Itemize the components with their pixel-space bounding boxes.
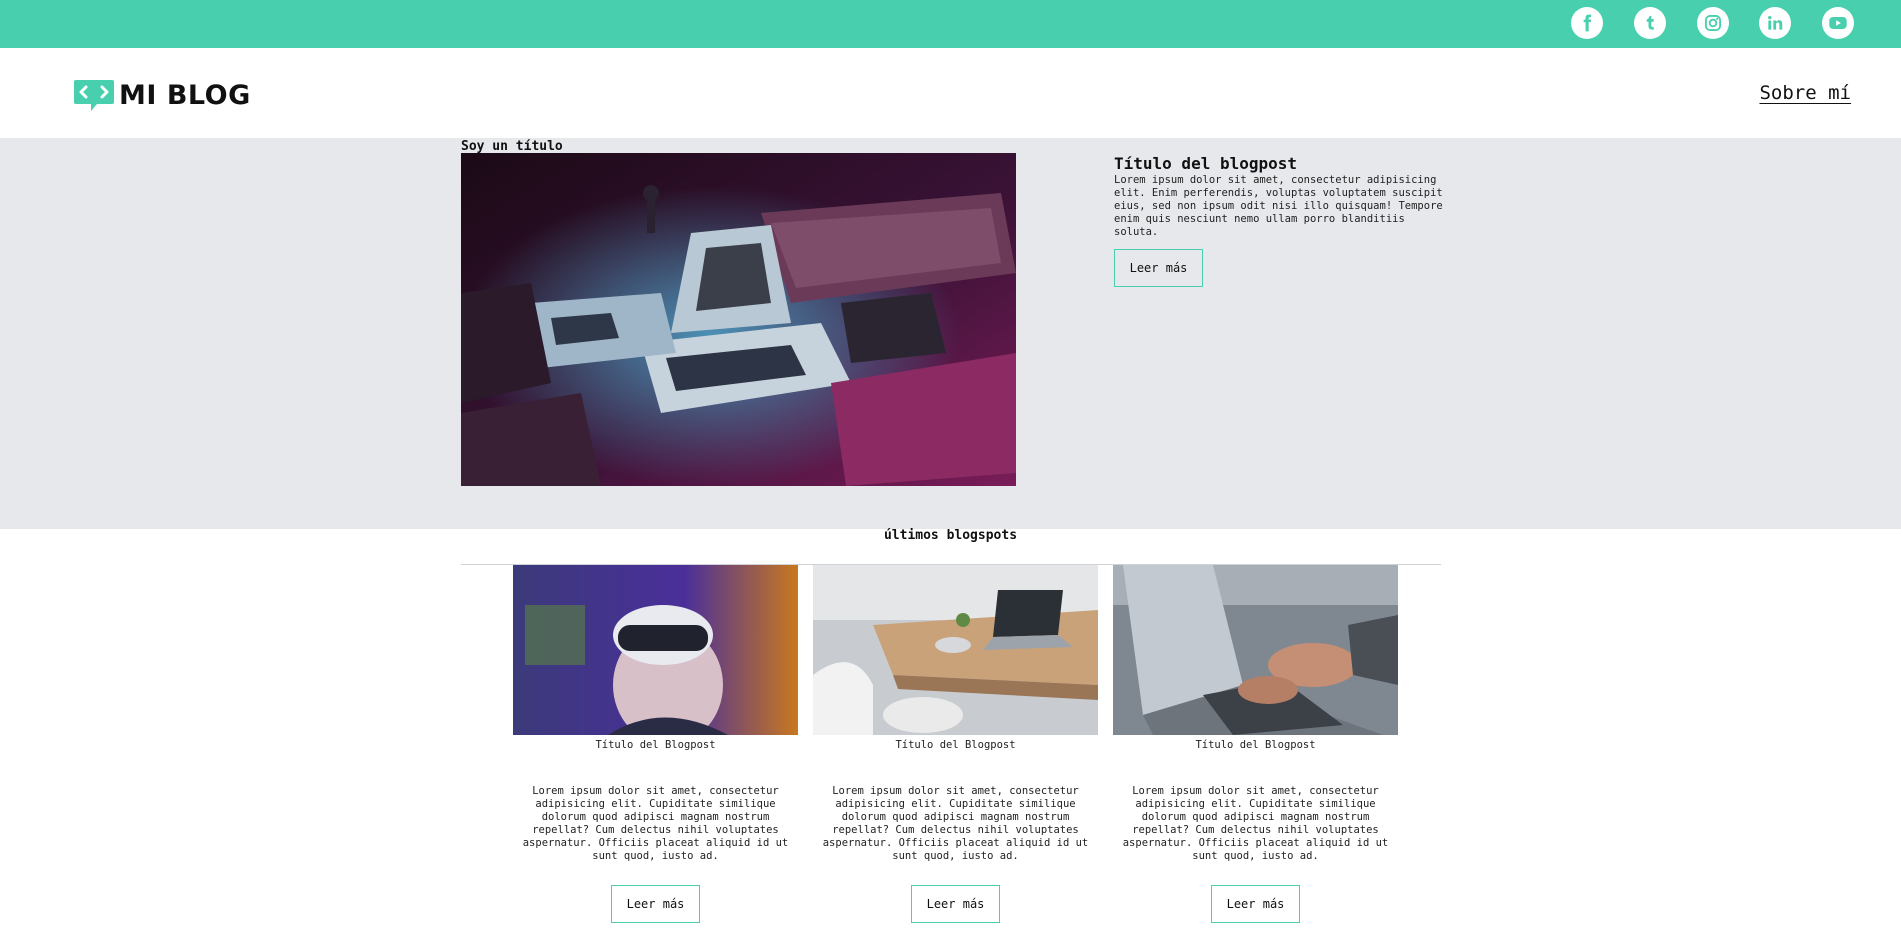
site-header: MI BLOG Sobre mí: [0, 48, 1901, 138]
facebook-icon[interactable]: [1571, 7, 1603, 39]
hero-read-more-button[interactable]: Leer más: [1114, 249, 1203, 287]
card-read-more-button[interactable]: Leer más: [911, 885, 1000, 923]
blog-card: Título del Blogpost Lorem ipsum dolor si…: [813, 565, 1098, 923]
card-image-desk[interactable]: [813, 565, 1098, 735]
logo-text: MI BLOG: [119, 79, 251, 111]
blog-card: Título del Blogpost Lorem ipsum dolor si…: [513, 565, 798, 923]
card-excerpt: Lorem ipsum dolor sit amet, consectetur …: [1122, 785, 1389, 862]
card-excerpt: Lorem ipsum dolor sit amet, consectetur …: [522, 785, 789, 862]
hero-post-excerpt: Lorem ipsum dolor sit amet, consectetur …: [1114, 174, 1443, 238]
logo[interactable]: MI BLOG: [73, 78, 251, 112]
hero-section: Soy un título Título del blogpost Lorem …: [0, 138, 1901, 529]
hero-image: [461, 153, 1016, 486]
card-title: Título del Blogpost: [895, 739, 1016, 751]
card-read-more-button[interactable]: Leer más: [1211, 885, 1300, 923]
card-title: Título del Blogpost: [595, 739, 716, 751]
tumblr-icon[interactable]: [1634, 7, 1666, 39]
hero-label: Soy un título: [461, 139, 563, 154]
blog-card: Título del Blogpost Lorem ipsum dolor si…: [1113, 565, 1398, 923]
card-image-vr[interactable]: [513, 565, 798, 735]
linkedin-icon[interactable]: [1759, 7, 1791, 39]
latest-section-title: últimos blogspots: [883, 528, 1018, 543]
youtube-icon[interactable]: [1822, 7, 1854, 39]
card-read-more-button[interactable]: Leer más: [611, 885, 700, 923]
instagram-icon[interactable]: [1697, 7, 1729, 39]
card-image-laptop[interactable]: [1113, 565, 1398, 735]
code-bubble-icon: [74, 80, 114, 111]
social-topbar: [0, 0, 1901, 48]
about-link[interactable]: Sobre mí: [1759, 82, 1851, 104]
card-title: Título del Blogpost: [1195, 739, 1316, 751]
hero-post-title: Título del blogpost: [1114, 154, 1298, 173]
card-excerpt: Lorem ipsum dolor sit amet, consectetur …: [822, 785, 1089, 862]
